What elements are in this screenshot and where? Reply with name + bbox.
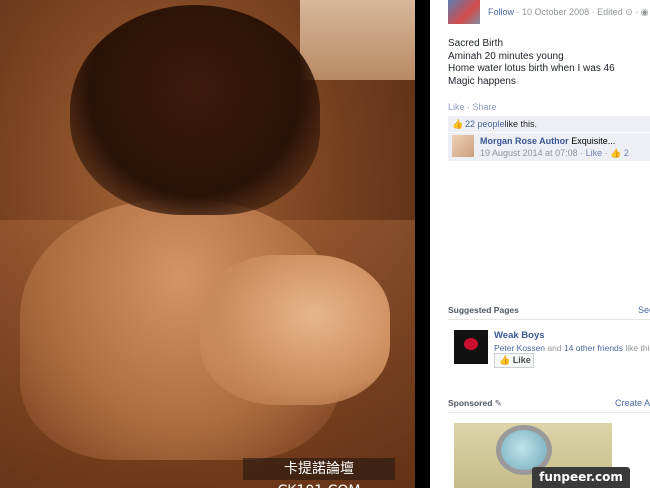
photo-watermark: 卡提諾論壇 CK101.COM xyxy=(243,458,395,488)
comment-meta: 19 August 2014 at 07:08 · Like · 👍 2 xyxy=(480,147,629,159)
screen: 卡提諾論壇 CK101.COM Follow · 10 October 2008… xyxy=(0,0,650,488)
comment-text: Exquisite... xyxy=(571,136,616,146)
other-friends-link[interactable]: 14 other friends xyxy=(564,343,623,353)
comment-date[interactable]: 19 August 2014 at 07:08 xyxy=(480,148,578,158)
like-this-text: like this xyxy=(625,343,650,353)
likes-suffix: like this. xyxy=(504,119,538,129)
like-page-button[interactable]: 👍 Like xyxy=(494,353,534,368)
suggested-page-image[interactable] xyxy=(454,330,488,364)
thumbs-up-icon: 👍 xyxy=(499,355,511,365)
post-sidebar: Follow · 10 October 2008 · Edited ⊙ · ◉ … xyxy=(430,0,650,488)
post-line: Aminah 20 minutes young xyxy=(448,50,564,62)
info-icon[interactable]: ⊙ · xyxy=(625,7,641,17)
suggested-pages-title: Suggested Pages xyxy=(448,305,519,315)
suggested-page-name[interactable]: Weak Boys xyxy=(494,330,545,341)
likes-summary: 👍 22 people like this. xyxy=(448,116,650,132)
post-meta: Follow · 10 October 2008 · Edited ⊙ · ◉ xyxy=(488,7,649,18)
comment-like-count[interactable]: 2 xyxy=(624,148,629,158)
section-divider xyxy=(448,319,650,320)
comment-body: Morgan Rose Author Exquisite... 19 Augus… xyxy=(480,135,629,159)
likes-count-link[interactable]: 22 people xyxy=(465,116,505,132)
comment-like-link[interactable]: Like xyxy=(586,148,603,158)
commenter-avatar[interactable] xyxy=(452,135,474,157)
post-text: Sacred Birth Aminah 20 minutes young Hom… xyxy=(448,38,615,88)
sponsored-settings-icon[interactable]: ✎ xyxy=(495,398,502,408)
post-line: Magic happens xyxy=(448,75,516,87)
thumbs-up-icon: 👍 xyxy=(452,118,464,129)
sponsored-label: Sponsored xyxy=(448,398,493,408)
section-divider xyxy=(448,412,650,413)
post-photo[interactable]: 卡提諾論壇 CK101.COM xyxy=(0,0,415,488)
create-ad-link[interactable]: Create Ad xyxy=(615,398,650,408)
share-action[interactable]: Share xyxy=(473,102,497,112)
see-all-link[interactable]: See xyxy=(638,305,650,315)
suggested-page-friends: Peter Kossen and 14 other friends like t… xyxy=(494,343,650,353)
post-line: Sacred Birth xyxy=(448,38,504,49)
privacy-icon[interactable]: ◉ xyxy=(641,7,649,17)
commenter-name[interactable]: Morgan Rose Author xyxy=(480,136,569,146)
edited-label[interactable]: Edited xyxy=(597,7,623,17)
post-header: Follow · 10 October 2008 · Edited ⊙ · ◉ xyxy=(448,0,649,24)
poster-avatar[interactable] xyxy=(448,0,480,24)
like-action[interactable]: Like xyxy=(448,102,465,112)
photo-hair xyxy=(70,5,320,215)
post-date[interactable]: 10 October 2008 xyxy=(522,7,589,17)
follow-link[interactable]: Follow xyxy=(488,7,514,17)
comment: Morgan Rose Author Exquisite... 19 Augus… xyxy=(448,133,650,161)
photo-baby xyxy=(200,255,390,405)
thumbs-up-icon: 👍 xyxy=(610,148,622,158)
friend-link[interactable]: Peter Kossen xyxy=(494,343,545,353)
and-text: and xyxy=(547,343,564,353)
like-page-button-label: Like xyxy=(512,355,531,365)
site-badge: funpeer.com xyxy=(532,467,630,488)
flower-icon xyxy=(464,338,478,350)
photo-background-wall xyxy=(300,0,415,80)
sponsored-title: Sponsored ✎ xyxy=(448,398,502,409)
post-line: Home water lotus birth when I was 46 xyxy=(448,63,615,74)
post-actions: Like · Share xyxy=(448,102,497,112)
